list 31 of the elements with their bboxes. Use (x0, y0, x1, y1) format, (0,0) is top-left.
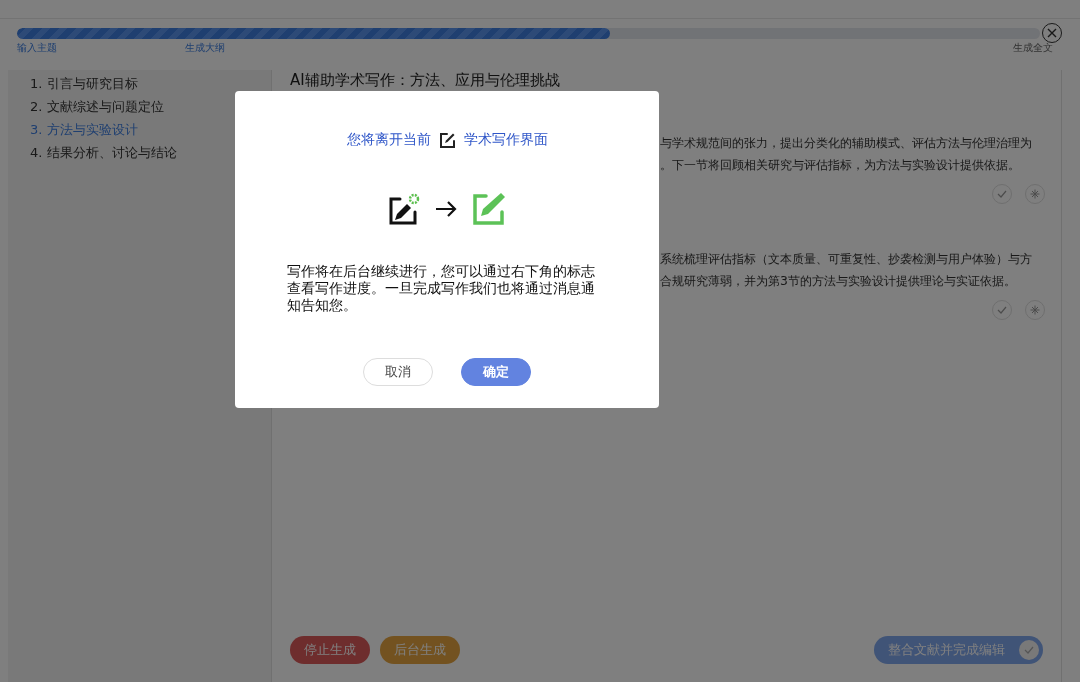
dialog-message: 写作将在后台继续进行，您可以通过右下角的标志查看写作进度。一旦完成写作我们也将通过消息通知告知您。 (287, 263, 596, 314)
edit-icon (471, 191, 507, 227)
check-icon (1024, 646, 1034, 654)
sparkle-icon (1030, 305, 1040, 315)
confirm-button[interactable]: 确定 (461, 358, 531, 386)
outline-item[interactable]: 1. 引言与研究目标 (30, 74, 271, 94)
arrow-icon (435, 201, 457, 217)
paragraph-line: 系统梳理评估指标（文本质量、可重复性、抄袭检测与用户体验）与方 (660, 250, 1033, 268)
regenerate-button[interactable] (1025, 184, 1045, 204)
close-button[interactable] (1042, 23, 1062, 43)
approve-button[interactable] (992, 300, 1012, 320)
edit-icon (438, 131, 456, 149)
edit-gear-icon (387, 192, 421, 226)
sparkle-icon (1030, 189, 1040, 199)
action-button[interactable]: 后台生成 (380, 636, 460, 664)
paragraph-line: 合规研究薄弱，并为第3节的方法与实验设计提供理论与实证依据。 (660, 272, 1017, 290)
document-title: AI辅助学术写作：方法、应用与伦理挑战 (290, 70, 561, 90)
dialog-title: 您将离开当前 (346, 131, 431, 149)
dialog-title: 学术写作界面 (463, 131, 548, 149)
approve-button[interactable] (992, 184, 1012, 204)
regenerate-button[interactable] (1025, 300, 1045, 320)
close-icon (1047, 28, 1057, 38)
action-button[interactable]: 停止生成 (290, 636, 370, 664)
step-label: 生成大纲 (185, 42, 225, 55)
paragraph-line: 与学术规范间的张力，提出分类化的辅助模式、评估方法与伦理治理为 (660, 134, 1033, 152)
step-label: 生成全文 (1013, 42, 1053, 55)
check-icon (997, 306, 1007, 314)
check-icon (997, 190, 1007, 198)
cancel-button[interactable]: 取消 (363, 358, 433, 386)
paragraph-line: 。下一节将回顾相关研究与评估指标，为方法与实验设计提供依据。 (660, 156, 1021, 174)
step-label: 输入主题 (17, 42, 57, 55)
